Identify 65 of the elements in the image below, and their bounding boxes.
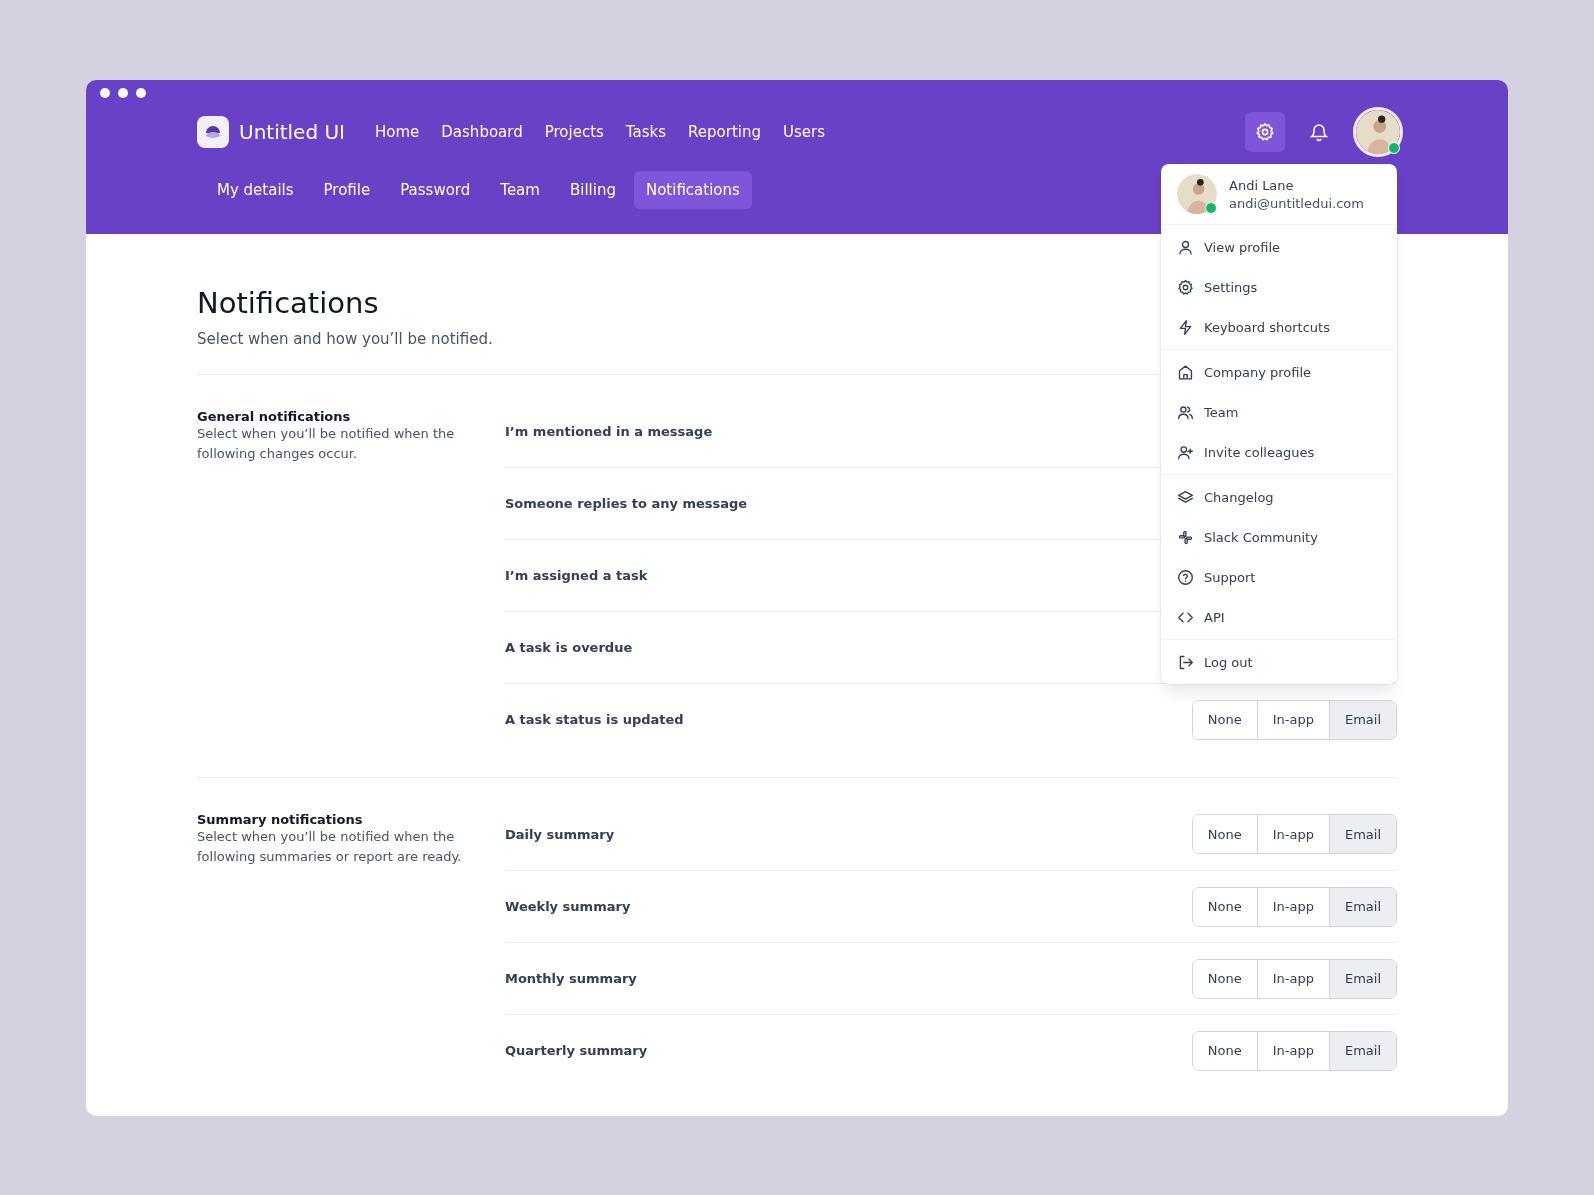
option-button[interactable]: Email	[1328, 700, 1396, 739]
setting-label: Monthly summary	[505, 971, 637, 986]
setting-label: Daily summary	[505, 826, 615, 842]
menu-item[interactable]: View profile	[1161, 227, 1397, 267]
menu-item[interactable]: Invite colleagues	[1161, 432, 1397, 472]
nav-link[interactable]: Reporting	[680, 117, 769, 147]
section-description: Select when you’ll be notified when the following changes occur.	[197, 425, 456, 463]
lightning-icon	[1177, 318, 1194, 336]
user-email: andi@untitledui.com	[1229, 195, 1364, 211]
tab[interactable]: Team	[488, 171, 552, 209]
logout-icon	[1177, 653, 1194, 671]
settings-icon	[1177, 278, 1194, 296]
window-dot	[136, 88, 146, 98]
window-dot	[118, 88, 128, 98]
menu-item[interactable]: Support	[1161, 557, 1397, 597]
nav-link[interactable]: Tasks	[617, 117, 675, 147]
layers-icon	[1177, 488, 1194, 506]
setting-label: A task is overdue	[505, 640, 633, 655]
tab[interactable]: Notifications	[633, 171, 752, 209]
option-button[interactable]: Email	[1328, 815, 1396, 853]
setting-label: Quarterly summary	[505, 1043, 648, 1058]
setting-label: Weekly summary	[505, 899, 631, 914]
avatar[interactable]	[1177, 174, 1217, 214]
nav-link[interactable]: Dashboard	[433, 117, 531, 147]
nav-link[interactable]: Users	[774, 117, 833, 147]
section-title: General notifications	[197, 409, 352, 424]
tab[interactable]: Profile	[311, 171, 383, 209]
setting-label: A task status is updated	[505, 712, 684, 727]
bell-icon	[1309, 122, 1329, 142]
grid-logo-icon	[1177, 528, 1194, 546]
nav-link[interactable]: Projects	[536, 117, 612, 147]
window-dot	[100, 88, 110, 98]
menu-item[interactable]: Team	[1161, 392, 1397, 432]
menu-item[interactable]: Changelog	[1161, 477, 1397, 517]
menu-item[interactable]: Slack Community	[1161, 517, 1397, 557]
user-name: Andi Lane	[1229, 177, 1295, 193]
option-button[interactable]: Email	[1328, 959, 1396, 998]
menu-item[interactable]: Company profile	[1161, 352, 1397, 392]
setting-label: I’m assigned a task	[505, 568, 648, 583]
menu-item[interactable]: Keyboard shortcuts	[1161, 307, 1397, 347]
page-title: Notifications	[197, 286, 379, 320]
user-icon	[1177, 238, 1194, 256]
house-icon	[1177, 363, 1194, 381]
menu-item[interactable]: Settings	[1161, 267, 1397, 307]
setting-label: I’m mentioned in a message	[505, 423, 713, 439]
settings-icon	[1255, 122, 1275, 142]
section-title: Summary notifications	[197, 812, 364, 827]
setting-label: Someone replies to any message	[505, 496, 748, 511]
nav-link[interactable]: Home	[367, 117, 428, 147]
page-subtitle: Select when and how you’ll be notified.	[197, 330, 494, 348]
add-user-icon	[1177, 443, 1194, 461]
option-button[interactable]: Email	[1328, 1031, 1396, 1070]
tab[interactable]: Password	[388, 171, 483, 209]
section-description: Select when you’ll be notified when the following summaries or report are ready.	[197, 828, 463, 866]
menu-item[interactable]: API	[1161, 597, 1397, 637]
logo-icon	[197, 116, 229, 148]
tab[interactable]: Billing	[557, 171, 628, 209]
option-button[interactable]: Email	[1328, 887, 1396, 926]
brand-name: Untitled UI	[239, 120, 345, 144]
help-icon	[1177, 568, 1194, 586]
settings-button[interactable]	[1245, 112, 1285, 152]
users-icon	[1177, 403, 1194, 421]
menu-item[interactable]: Log out	[1161, 642, 1397, 682]
tab[interactable]: My details	[205, 171, 306, 209]
avatar[interactable]	[1356, 110, 1400, 154]
